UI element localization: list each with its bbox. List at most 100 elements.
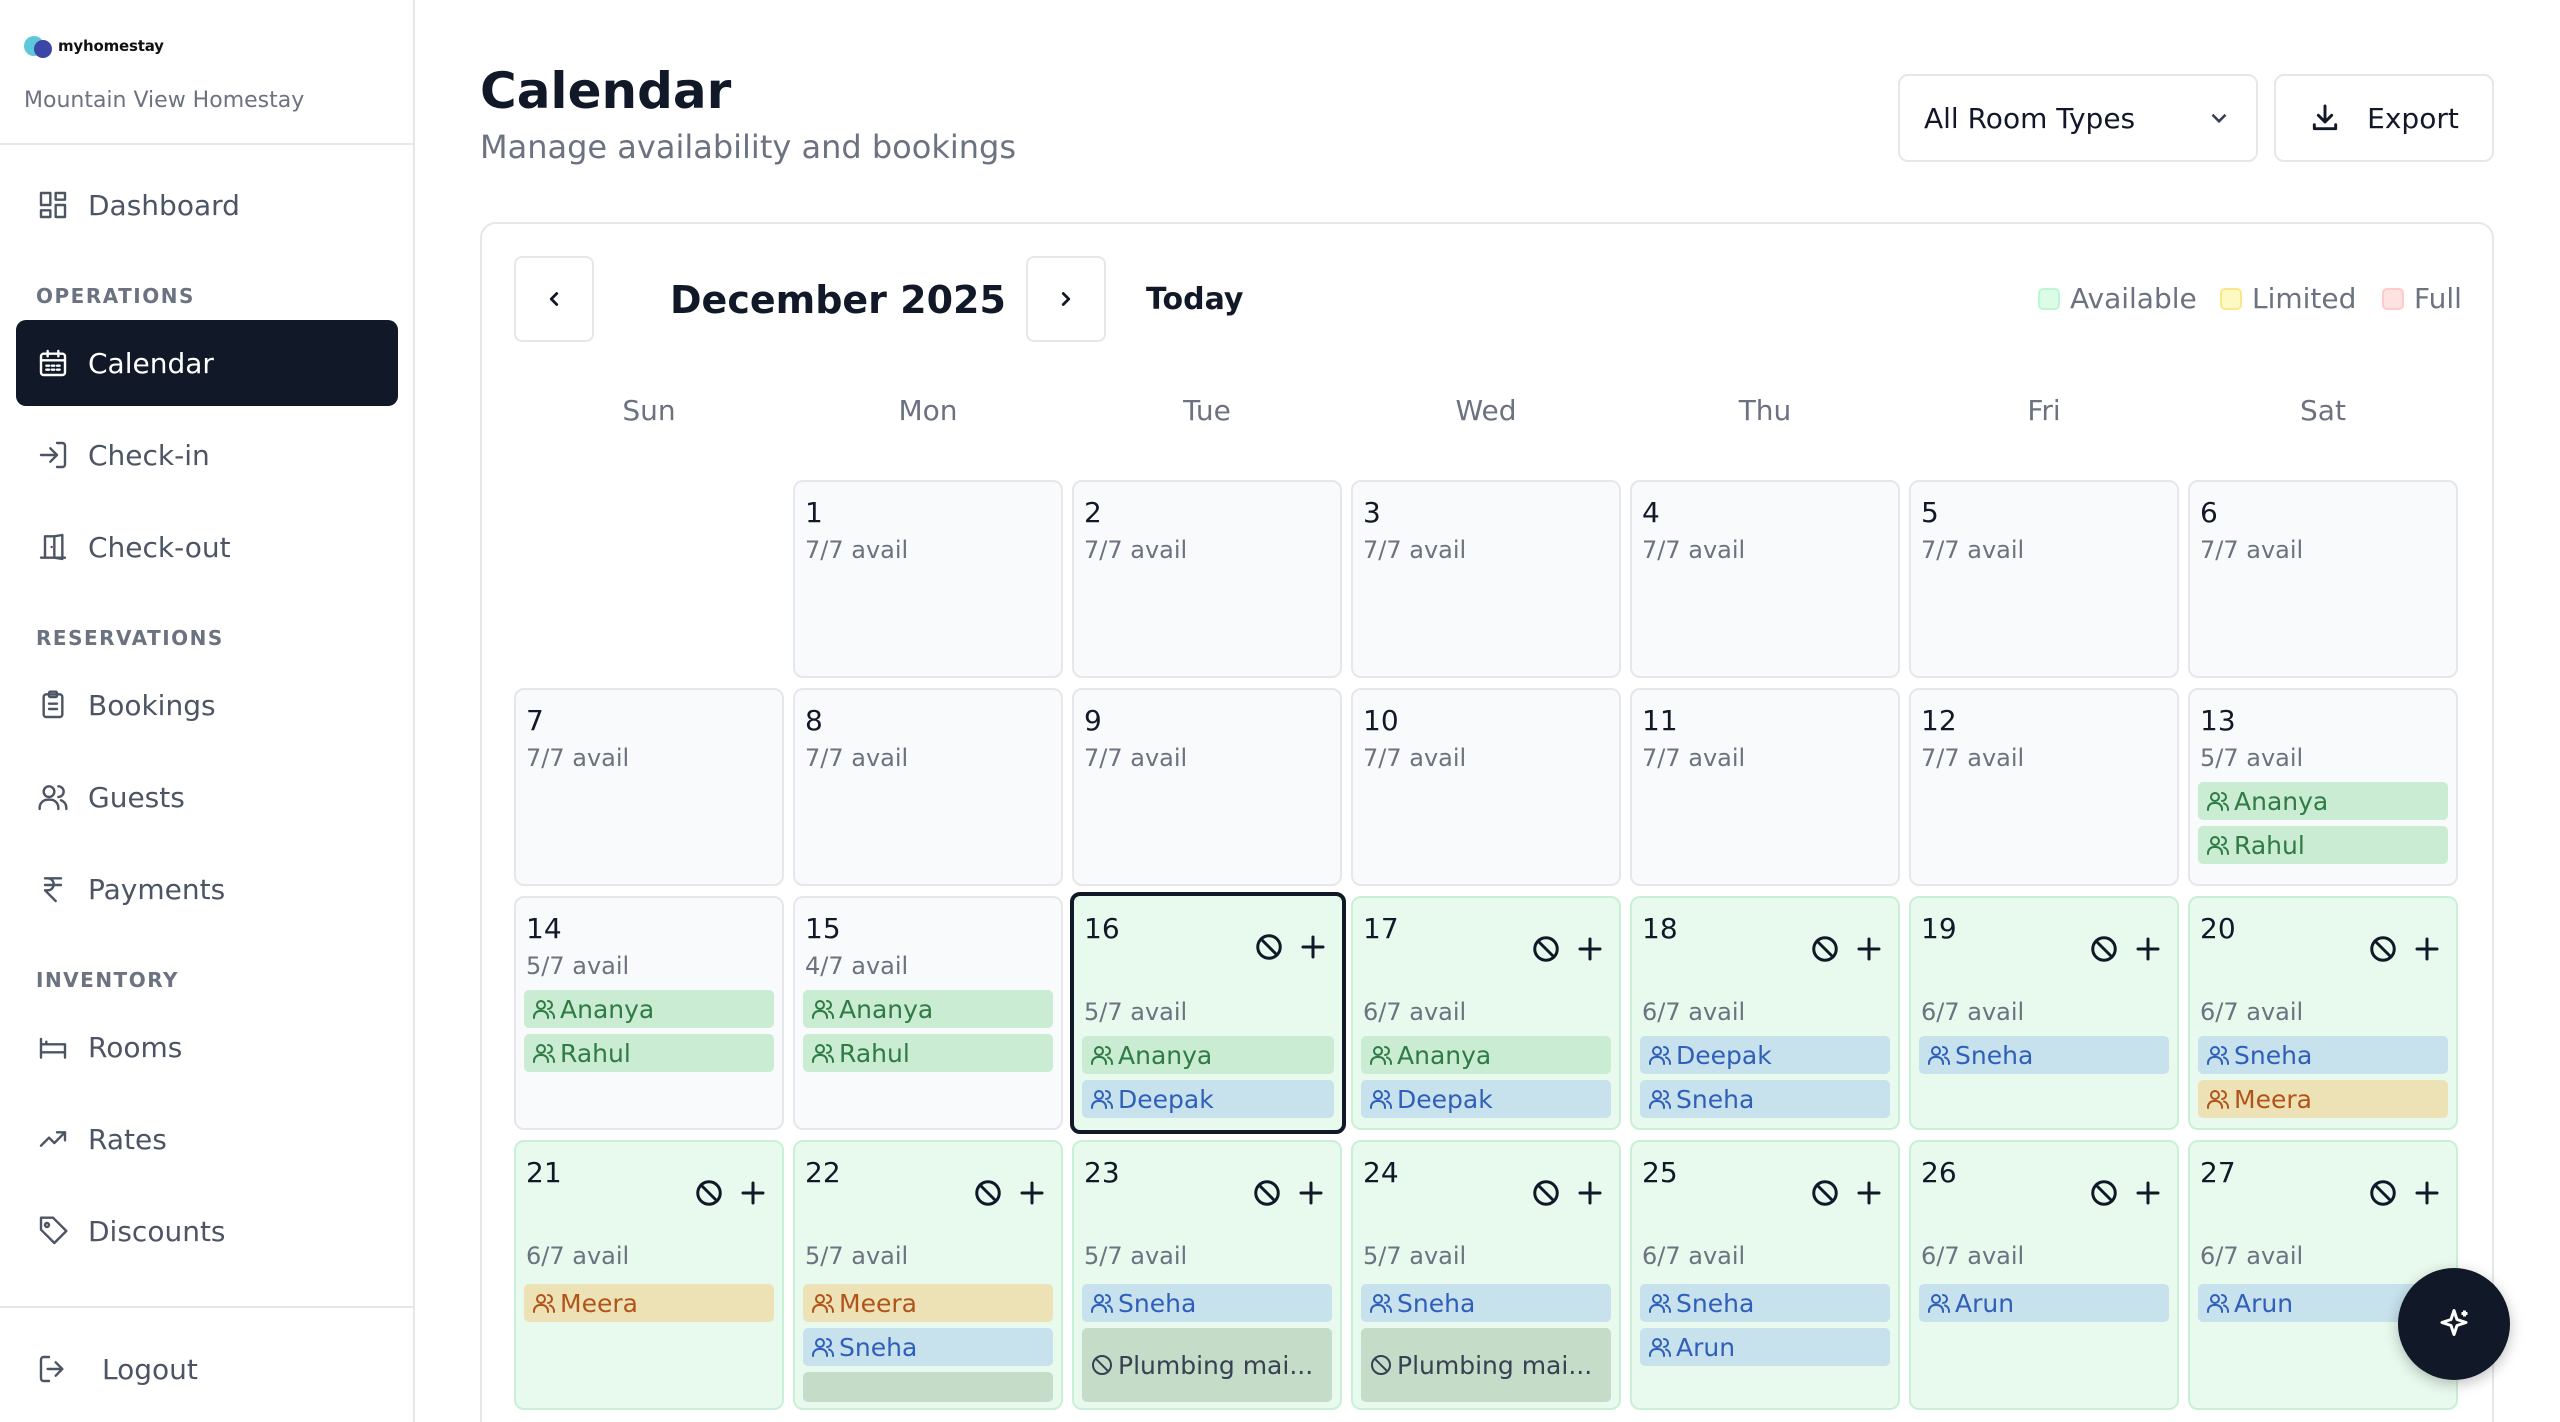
day-cell[interactable]: 2 7/7 avail [1072,480,1342,678]
users-icon [812,1000,834,1019]
day-cell-today[interactable]: 16 5/7 avail Ananya Deepak [1070,892,1346,1134]
day-actions [1810,934,1884,964]
block-icon[interactable] [694,1178,724,1208]
plus-icon[interactable] [1575,1178,1605,1208]
day-cell[interactable]: 27 6/7 avail Arun [2188,1140,2458,1410]
export-button[interactable]: Export [2274,74,2494,162]
plus-icon[interactable] [1298,932,1328,962]
booking-chip[interactable]: Meera [803,1284,1053,1322]
block-icon[interactable] [973,1178,1003,1208]
block-icon[interactable] [2089,934,2119,964]
plus-icon[interactable] [1575,934,1605,964]
plus-icon[interactable] [2133,934,2163,964]
day-cell[interactable]: 14 5/7 avail Ananya Rahul [514,896,784,1130]
booking-chip[interactable]: Ananya [1082,1036,1334,1074]
sidebar-item-bookings[interactable]: Bookings [16,662,398,748]
sidebar-item-guests[interactable]: Guests [16,754,398,840]
sidebar-item-checkout[interactable]: Check-out [16,504,398,590]
brand-logo[interactable]: myhomestay [24,34,164,58]
today-button[interactable]: Today [1146,282,1243,317]
plus-icon[interactable] [1854,934,1884,964]
day-cell[interactable]: 26 6/7 avail Arun [1909,1140,2179,1410]
users-icon [1091,1090,1113,1109]
day-cell[interactable]: 7 7/7 avail [514,688,784,886]
booking-chip[interactable]: Rahul [524,1034,774,1072]
booking-chip[interactable]: Sneha [2198,1036,2448,1074]
plus-icon[interactable] [738,1178,768,1208]
booking-chip[interactable]: Sneha [803,1328,1053,1366]
sidebar-item-discounts[interactable]: Discounts [16,1188,398,1274]
day-cell[interactable]: 3 7/7 avail [1351,480,1621,678]
day-cell[interactable]: 5 7/7 avail [1909,480,2179,678]
day-cell[interactable]: 12 7/7 avail [1909,688,2179,886]
day-cell[interactable]: 8 7/7 avail [793,688,1063,886]
day-cell[interactable]: 9 7/7 avail [1072,688,1342,886]
booking-chip[interactable]: Rahul [2198,826,2448,864]
logout-button[interactable]: Logout [16,1326,398,1412]
day-cell[interactable]: 21 6/7 avail Meera [514,1140,784,1410]
day-cell[interactable]: 17 6/7 avail Ananya Deepak [1351,896,1621,1130]
calendar-icon [36,346,70,380]
booking-chip[interactable]: Sneha [1082,1284,1332,1322]
plus-icon[interactable] [1017,1178,1047,1208]
booking-chip[interactable]: Sneha [1919,1036,2169,1074]
maintenance-block-chip[interactable]: Plumbing mai... [1082,1328,1332,1402]
block-icon[interactable] [1531,934,1561,964]
block-icon[interactable] [1810,1178,1840,1208]
booking-chip[interactable]: Deepak [1361,1080,1611,1118]
booking-chip[interactable]: Meera [2198,1080,2448,1118]
day-cell[interactable]: 18 6/7 avail Deepak Sneha [1630,896,1900,1130]
sidebar-item-dashboard[interactable]: Dashboard [16,162,398,248]
booking-chip[interactable]: Arun [1919,1284,2169,1322]
block-icon[interactable] [1531,1178,1561,1208]
day-cell[interactable]: 24 5/7 avail Sneha Plumbing mai... [1351,1140,1621,1410]
booking-chip[interactable]: Arun [1640,1328,1890,1366]
plus-icon[interactable] [2412,1178,2442,1208]
sidebar-item-payments[interactable]: Payments [16,846,398,932]
sidebar-item-rooms[interactable]: Rooms [16,1004,398,1090]
block-icon[interactable] [1810,934,1840,964]
booking-chip[interactable]: Deepak [1640,1036,1890,1074]
prev-month-button[interactable] [514,256,594,342]
sidebar-item-calendar[interactable]: Calendar [16,320,398,406]
day-cell[interactable]: 25 6/7 avail Sneha Arun [1630,1140,1900,1410]
day-cell[interactable]: 23 5/7 avail Sneha Plumbing mai... [1072,1140,1342,1410]
booking-chip[interactable]: Ananya [524,990,774,1028]
block-icon[interactable] [2368,934,2398,964]
day-cell[interactable]: 1 7/7 avail [793,480,1063,678]
maintenance-block-chip[interactable]: Plumbing mai... [1361,1328,1611,1402]
maintenance-block-chip[interactable] [803,1372,1053,1402]
day-cell[interactable]: 10 7/7 avail [1351,688,1621,886]
booking-chip[interactable]: Meera [524,1284,774,1322]
day-cell[interactable]: 13 5/7 avail Ananya Rahul [2188,688,2458,886]
booking-chip[interactable]: Ananya [1361,1036,1611,1074]
block-icon[interactable] [2089,1178,2119,1208]
day-cell[interactable]: 22 5/7 avail Meera Sneha [793,1140,1063,1410]
booking-chip[interactable]: Sneha [1640,1080,1890,1118]
day-cell[interactable]: 15 4/7 avail Ananya Rahul [793,896,1063,1130]
day-cell[interactable]: 11 7/7 avail [1630,688,1900,886]
block-icon[interactable] [1254,932,1284,962]
room-type-select[interactable]: All Room Types [1898,74,2258,162]
booking-chip[interactable]: Ananya [2198,782,2448,820]
sidebar-item-checkin[interactable]: Check-in [16,412,398,498]
sidebar-item-rates[interactable]: Rates [16,1096,398,1182]
block-icon[interactable] [2368,1178,2398,1208]
block-icon[interactable] [1252,1178,1282,1208]
booking-chip[interactable]: Rahul [803,1034,1053,1072]
plus-icon[interactable] [1854,1178,1884,1208]
day-cell[interactable]: 20 6/7 avail Sneha Meera [2188,896,2458,1130]
day-cell[interactable]: 19 6/7 avail Sneha [1909,896,2179,1130]
plus-icon[interactable] [2133,1178,2163,1208]
day-cell[interactable]: 4 7/7 avail [1630,480,1900,678]
booking-chip[interactable]: Sneha [1640,1284,1890,1322]
booking-chip[interactable]: Sneha [1361,1284,1611,1322]
booking-chip[interactable]: Deepak [1082,1080,1334,1118]
plus-icon[interactable] [2412,934,2442,964]
block-icon [1092,1355,1112,1375]
ai-assistant-button[interactable] [2398,1268,2510,1380]
booking-chip[interactable]: Ananya [803,990,1053,1028]
next-month-button[interactable] [1026,256,1106,342]
day-cell[interactable]: 6 7/7 avail [2188,480,2458,678]
plus-icon[interactable] [1296,1178,1326,1208]
